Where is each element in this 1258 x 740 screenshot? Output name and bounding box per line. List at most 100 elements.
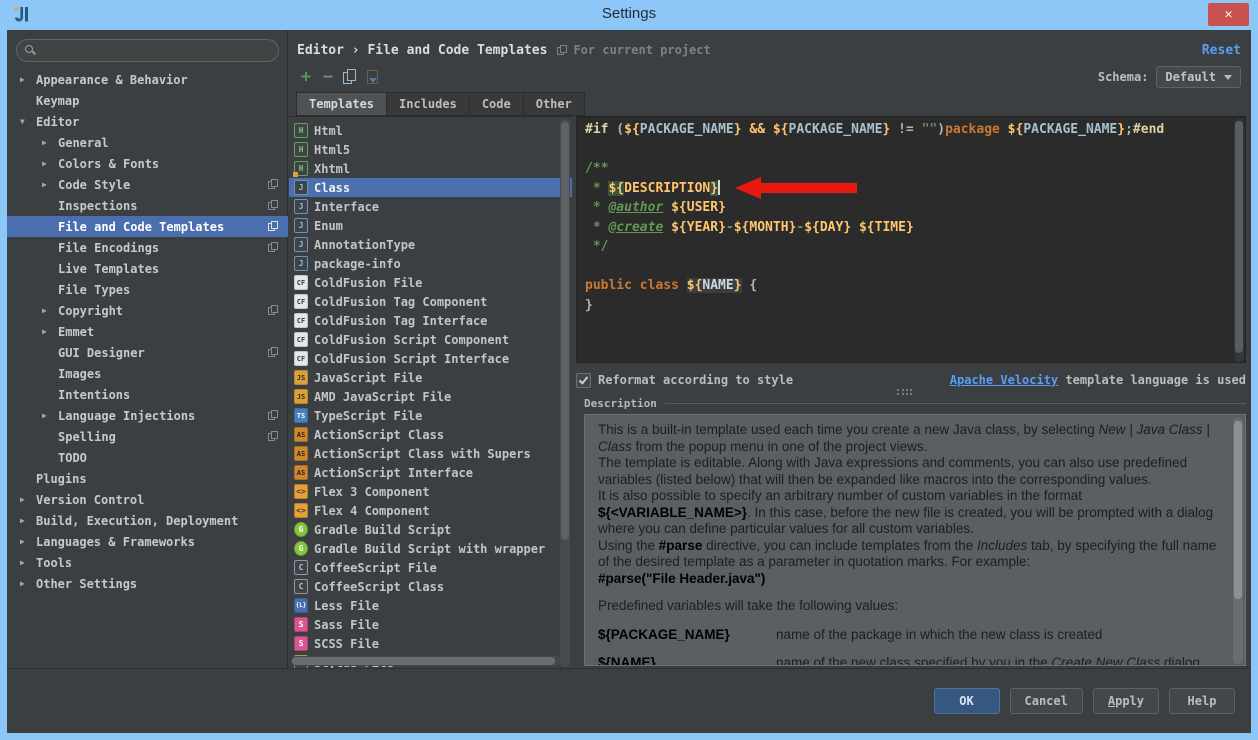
search-field[interactable] (16, 39, 279, 62)
template-item-label: AnnotationType (314, 238, 415, 252)
sidebar-item-general[interactable]: ▶General (7, 132, 288, 153)
template-editor[interactable]: #if (${PACKAGE_NAME} && ${PACKAGE_NAME} … (576, 116, 1246, 363)
editor-scrollbar-thumb[interactable] (1235, 121, 1243, 353)
template-item-html5[interactable]: HHtml5 (289, 140, 572, 159)
chevron-down-icon[interactable]: ▼ (20, 117, 36, 126)
chevron-right-icon[interactable]: ▶ (20, 495, 36, 504)
template-item-class[interactable]: JClass (289, 178, 572, 197)
schema-select[interactable]: Default (1156, 66, 1241, 88)
sidebar-item-other-settings[interactable]: ▶Other Settings (7, 573, 288, 594)
chevron-right-icon[interactable]: ▶ (20, 558, 36, 567)
chevron-right-icon[interactable]: ▶ (20, 516, 36, 525)
template-item-html[interactable]: HHtml (289, 121, 572, 140)
template-item-coldfusion-file[interactable]: CFColdFusion File (289, 273, 572, 292)
template-item-xhtml[interactable]: HXhtml (289, 159, 572, 178)
sidebar-item-copyright[interactable]: ▶Copyright (7, 300, 288, 321)
template-item-coldfusion-script-component[interactable]: CFColdFusion Script Component (289, 330, 572, 349)
sidebar-item-gui-designer[interactable]: GUI Designer (7, 342, 288, 363)
tab-templates[interactable]: Templates (296, 92, 387, 116)
close-button[interactable]: ✕ (1208, 3, 1249, 26)
template-item-coffeescript-class[interactable]: CCoffeeScript Class (289, 577, 572, 596)
sidebar-item-code-style[interactable]: ▶Code Style (7, 174, 288, 195)
reformat-checkbox[interactable] (576, 373, 591, 388)
sidebar-item-language-injections[interactable]: ▶Language Injections (7, 405, 288, 426)
sidebar-item-colors-fonts[interactable]: ▶Colors & Fonts (7, 153, 288, 174)
sidebar-item-tools[interactable]: ▶Tools (7, 552, 288, 573)
add-template-button[interactable]: + (295, 66, 317, 88)
sidebar-item-emmet[interactable]: ▶Emmet (7, 321, 288, 342)
sidebar-item-spelling[interactable]: Spelling (7, 426, 288, 447)
apply-button[interactable]: Apply (1093, 688, 1159, 714)
search-input[interactable] (42, 44, 270, 58)
ok-button[interactable]: OK (934, 688, 1000, 714)
template-item-javascript-file[interactable]: JSJavaScript File (289, 368, 572, 387)
chevron-right-icon[interactable]: ▶ (42, 138, 58, 147)
template-item-sass-file[interactable]: SSass File (289, 615, 572, 634)
list-vertical-scrollbar-thumb[interactable] (561, 122, 569, 540)
chevron-right-icon[interactable]: ▶ (20, 537, 36, 546)
sidebar-item-todo[interactable]: TODO (7, 447, 288, 468)
template-item-gradle-build-script[interactable]: GGradle Build Script (289, 520, 572, 539)
chevron-right-icon[interactable]: ▶ (20, 75, 36, 84)
chevron-right-icon[interactable]: ▶ (42, 327, 58, 336)
help-button[interactable]: Help (1169, 688, 1235, 714)
chevron-right-icon[interactable]: ▶ (42, 159, 58, 168)
remove-template-button[interactable]: − (317, 66, 339, 88)
template-item-typescript-file[interactable]: TSTypeScript File (289, 406, 572, 425)
sidebar-item-file-and-code-templates[interactable]: File and Code Templates (7, 216, 288, 237)
template-item-coldfusion-tag-interface[interactable]: CFColdFusion Tag Interface (289, 311, 572, 330)
template-item-gradle-build-script-with-wrapper[interactable]: GGradle Build Script with wrapper (289, 539, 572, 558)
sidebar-item-file-types[interactable]: File Types (7, 279, 288, 300)
code-area[interactable]: #if (${PACKAGE_NAME} && ${PACKAGE_NAME} … (585, 120, 1164, 315)
template-item-coldfusion-script-interface[interactable]: CFColdFusion Script Interface (289, 349, 572, 368)
template-item-enum[interactable]: JEnum (289, 216, 572, 235)
apache-velocity-link[interactable]: Apache Velocity (950, 373, 1058, 387)
template-item-interface[interactable]: JInterface (289, 197, 572, 216)
editor-scrollbar[interactable] (1234, 119, 1244, 362)
sidebar-item-inspections[interactable]: Inspections (7, 195, 288, 216)
cancel-button[interactable]: Cancel (1010, 688, 1083, 714)
sidebar-item-file-encodings[interactable]: File Encodings (7, 237, 288, 258)
reset-template-button[interactable] (361, 66, 383, 88)
template-item-scss-file[interactable]: SSCSS File (289, 634, 572, 653)
description-scrollbar-thumb[interactable] (1234, 421, 1242, 599)
sidebar-item-build-execution-deployment[interactable]: ▶Build, Execution, Deployment (7, 510, 288, 531)
template-item-package-info[interactable]: Jpackage-info (289, 254, 572, 273)
sidebar-item-editor[interactable]: ▼Editor (7, 111, 288, 132)
button-bar: OK Cancel Apply Help (7, 668, 1251, 733)
template-item-less-file[interactable]: {L}Less File (289, 596, 572, 615)
tab-code[interactable]: Code (470, 92, 524, 116)
template-item-label: ActionScript Class with Supers (314, 447, 531, 461)
chevron-right-icon[interactable]: ▶ (42, 411, 58, 420)
template-item-flex-4-component[interactable]: <>Flex 4 Component (289, 501, 572, 520)
template-item-actionscript-class[interactable]: ASActionScript Class (289, 425, 572, 444)
sidebar-item-languages-frameworks[interactable]: ▶Languages & Frameworks (7, 531, 288, 552)
sidebar-item-images[interactable]: Images (7, 363, 288, 384)
splitter-grip[interactable] (897, 389, 912, 395)
sidebar-item-version-control[interactable]: ▶Version Control (7, 489, 288, 510)
list-horizontal-scrollbar[interactable] (291, 656, 561, 666)
description-scrollbar[interactable] (1233, 418, 1243, 664)
list-horizontal-scrollbar-thumb[interactable] (292, 657, 555, 665)
sidebar-item-plugins[interactable]: Plugins (7, 468, 288, 489)
override-indicator-icon (268, 221, 279, 232)
template-item-coffeescript-file[interactable]: CCoffeeScript File (289, 558, 572, 577)
reset-link[interactable]: Reset (1202, 43, 1241, 58)
chevron-right-icon[interactable]: ▶ (42, 180, 58, 189)
chevron-right-icon[interactable]: ▶ (42, 306, 58, 315)
tab-includes[interactable]: Includes (387, 92, 470, 116)
copy-template-button[interactable] (339, 66, 361, 88)
sidebar-item-live-templates[interactable]: Live Templates (7, 258, 288, 279)
template-item-coldfusion-tag-component[interactable]: CFColdFusion Tag Component (289, 292, 572, 311)
template-item-flex-3-component[interactable]: <>Flex 3 Component (289, 482, 572, 501)
chevron-right-icon[interactable]: ▶ (20, 579, 36, 588)
template-item-annotationtype[interactable]: JAnnotationType (289, 235, 572, 254)
template-item-actionscript-interface[interactable]: ASActionScript Interface (289, 463, 572, 482)
tab-other[interactable]: Other (524, 92, 585, 116)
sidebar-item-appearance-behavior[interactable]: ▶Appearance & Behavior (7, 69, 288, 90)
template-item-actionscript-class-with-supers[interactable]: ASActionScript Class with Supers (289, 444, 572, 463)
template-item-amd-javascript-file[interactable]: JSAMD JavaScript File (289, 387, 572, 406)
sidebar-item-intentions[interactable]: Intentions (7, 384, 288, 405)
list-vertical-scrollbar[interactable] (560, 119, 570, 667)
sidebar-item-keymap[interactable]: Keymap (7, 90, 288, 111)
